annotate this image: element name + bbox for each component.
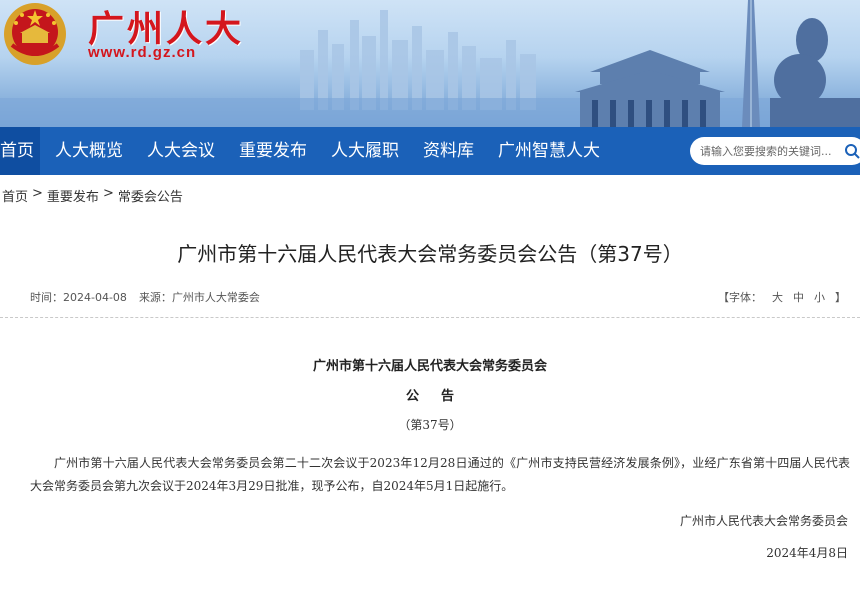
breadcrumb-separator: > [32,186,43,201]
nav-item-duties[interactable]: 人大履职 [319,127,411,175]
search-box [690,137,860,165]
font-size-small[interactable]: 小 [814,289,825,305]
search-icon[interactable] [844,143,860,159]
nav-item-releases[interactable]: 重要发布 [227,127,319,175]
site-url: www.rd.gz.cn [88,44,197,61]
font-size-medium[interactable]: 中 [793,289,804,305]
main-nav: 首页 人大概览 人大会议 重要发布 人大履职 资料库 广州智慧人大 [0,127,860,175]
document-type: 公告 [405,389,476,404]
search-input[interactable] [700,144,850,158]
nav-item-home[interactable]: 首页 [0,127,40,175]
site-banner: 广州人大 www.rd.gz.cn [0,0,860,127]
publish-date: 2024-04-08 [63,291,127,304]
breadcrumb-separator: > [102,186,114,201]
source-label: 来源： [138,291,172,304]
breadcrumb-releases[interactable]: 重要发布 [47,186,99,205]
breadcrumb-home[interactable]: 首页 [2,186,28,205]
document-issuer: 广州市第十六届人民代表大会常务委员会 [312,359,547,374]
divider [0,317,860,318]
document-signature: 广州市人民代表大会常务委员会 [679,514,848,528]
nav-item-overview[interactable]: 人大概览 [43,127,135,175]
breadcrumb: 首页 > 重要发布 > 常委会公告 [2,186,183,205]
national-emblem-icon [4,3,66,65]
nav-item-meetings[interactable]: 人大会议 [135,127,227,175]
page-title: 广州市第十六届人民代表大会常务委员会公告（第37号） [177,242,683,266]
document-date: 2024年4月8日 [766,546,848,560]
nav-item-smart-congress[interactable]: 广州智慧人大 [486,127,612,175]
document-body: 广州市第十六届人民代表大会常务委员会第二十二次会议于2023年12月28日通过的… [30,456,850,493]
breadcrumb-announcements[interactable]: 常委会公告 [118,186,183,205]
nav-item-library[interactable]: 资料库 [411,127,486,175]
source-value: 广州市人大常委会 [171,291,260,304]
font-size-switcher: 【字体： 大 中 小 】 [718,289,846,305]
document-number: （第37号） [398,418,462,432]
time-label: 时间： [30,291,63,304]
font-size-label: 【字体： [718,291,762,304]
article-meta: 时间：2024-04-08 来源：广州市人大常委会 [30,289,260,305]
font-size-label-close: 】 [835,291,846,304]
font-size-large[interactable]: 大 [772,289,783,305]
